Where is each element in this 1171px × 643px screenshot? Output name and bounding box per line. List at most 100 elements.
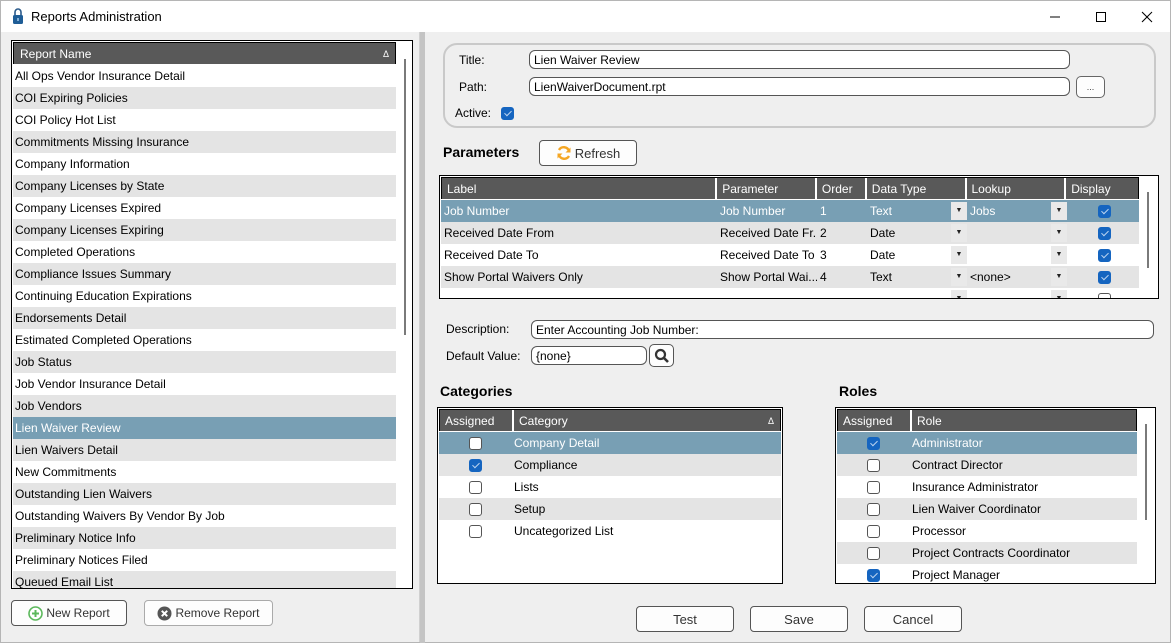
report-list-item[interactable]: Preliminary Notice Info	[13, 527, 396, 549]
col-label-header[interactable]: Label	[442, 178, 718, 199]
role-row[interactable]: Project Manager	[837, 564, 1137, 583]
report-list-item[interactable]: Endorsements Detail	[13, 307, 396, 329]
dropdown-arrow-icon[interactable]: ▼	[951, 246, 967, 264]
report-list-item[interactable]: COI Policy Hot List	[13, 109, 396, 131]
dropdown-arrow-icon[interactable]: ▼	[951, 224, 967, 242]
test-button[interactable]: Test	[636, 606, 734, 632]
category-assigned-checkbox[interactable]	[468, 480, 482, 494]
dropdown-arrow-icon[interactable]: ▼	[1051, 202, 1067, 220]
role-row[interactable]: Project Contracts Coordinator	[837, 542, 1137, 564]
parameter-cell-data-type[interactable]: Date ▼	[867, 244, 967, 266]
report-list-item[interactable]: Outstanding Lien Waivers	[13, 483, 396, 505]
save-button[interactable]: Save	[750, 606, 848, 632]
category-row[interactable]: Company Detail	[439, 432, 781, 454]
browse-path-button[interactable]: ...	[1076, 76, 1105, 98]
remove-report-button[interactable]: Remove Report	[144, 600, 273, 626]
refresh-button[interactable]: Refresh	[539, 140, 637, 166]
role-row[interactable]: Processor	[837, 520, 1137, 542]
report-list-item[interactable]: Completed Operations	[13, 241, 396, 263]
report-list-item[interactable]: All Ops Vendor Insurance Detail	[13, 65, 396, 87]
col-data-type-header[interactable]: Data Type	[867, 178, 967, 199]
title-input[interactable]	[529, 50, 1070, 69]
col-lookup-header[interactable]: Lookup	[967, 178, 1067, 199]
report-list-item[interactable]: Preliminary Notices Filed	[13, 549, 396, 571]
parameters-grid-scrollbar[interactable]	[1147, 192, 1149, 268]
role-row[interactable]: Contract Director	[837, 454, 1137, 476]
report-list-scrollbar[interactable]	[404, 59, 406, 335]
dropdown-arrow-icon[interactable]: ▼	[1051, 290, 1067, 298]
role-row[interactable]: Insurance Administrator	[837, 476, 1137, 498]
category-row[interactable]: Lists	[439, 476, 781, 498]
dropdown-arrow-icon[interactable]: ▼	[1051, 246, 1067, 264]
category-assigned-checkbox[interactable]	[468, 436, 482, 450]
col-parameter-header[interactable]: Parameter	[717, 178, 817, 199]
role-row[interactable]: Lien Waiver Coordinator	[837, 498, 1137, 520]
maximize-button[interactable]	[1078, 1, 1124, 32]
col-assigned-header[interactable]: Assigned	[838, 410, 912, 431]
display-checkbox[interactable]	[1098, 248, 1111, 262]
parameter-cell-lookup[interactable]: ▼	[967, 244, 1067, 266]
report-list-item[interactable]: Outstanding Waivers By Vendor By Job	[13, 505, 396, 527]
report-list-item[interactable]: Lien Waiver Review	[13, 417, 396, 439]
category-row[interactable]: Setup	[439, 498, 781, 520]
col-category-header[interactable]: Category Δ	[514, 410, 780, 431]
parameter-cell-lookup[interactable]: ▼	[967, 288, 1067, 298]
report-list-item[interactable]: New Commitments	[13, 461, 396, 483]
roles-grid-scrollbar[interactable]	[1145, 424, 1147, 520]
active-checkbox[interactable]	[501, 107, 514, 120]
report-list-item[interactable]: Compliance Issues Summary	[13, 263, 396, 285]
report-list-item[interactable]: Company Licenses Expired	[13, 197, 396, 219]
cancel-button[interactable]: Cancel	[864, 606, 962, 632]
col-role-header[interactable]: Role	[912, 410, 1136, 431]
col-assigned-header[interactable]: Assigned	[440, 410, 514, 431]
default-value-input[interactable]	[531, 346, 647, 365]
parameter-cell-data-type[interactable]: Date ▼	[867, 222, 967, 244]
category-assigned-checkbox[interactable]	[468, 502, 482, 516]
dropdown-arrow-icon[interactable]: ▼	[1051, 224, 1067, 242]
report-list-item[interactable]: Job Vendor Insurance Detail	[13, 373, 396, 395]
panel-splitter[interactable]	[420, 32, 425, 643]
report-name-column-header[interactable]: Report Name Δ	[13, 42, 396, 64]
dropdown-arrow-icon[interactable]: ▼	[951, 268, 967, 286]
report-list-item[interactable]: COI Expiring Policies	[13, 87, 396, 109]
dropdown-arrow-icon[interactable]: ▼	[1051, 268, 1067, 286]
col-display-header[interactable]: Display	[1066, 178, 1138, 199]
parameter-cell-lookup[interactable]: ▼	[967, 222, 1067, 244]
parameter-row[interactable]: ▼ ▼	[441, 288, 1139, 298]
report-list-item[interactable]: Job Status	[13, 351, 396, 373]
display-checkbox[interactable]	[1098, 292, 1111, 298]
parameter-row[interactable]: Received Date From Received Date Fr... 2 Da…	[441, 222, 1139, 244]
dropdown-arrow-icon[interactable]: ▼	[951, 290, 967, 298]
report-list-item[interactable]: Continuing Education Expirations	[13, 285, 396, 307]
default-value-search-button[interactable]	[649, 344, 674, 367]
parameter-cell-data-type[interactable]: ▼	[867, 288, 967, 298]
display-checkbox[interactable]	[1098, 226, 1111, 240]
new-report-button[interactable]: New Report	[11, 600, 127, 626]
role-assigned-checkbox[interactable]	[866, 458, 880, 472]
role-assigned-checkbox[interactable]	[866, 480, 880, 494]
report-list-item[interactable]: Estimated Completed Operations	[13, 329, 396, 351]
report-list-item[interactable]: Company Licenses Expiring	[13, 219, 396, 241]
close-button[interactable]	[1124, 1, 1170, 32]
category-assigned-checkbox[interactable]	[468, 458, 482, 472]
category-row[interactable]: Compliance	[439, 454, 781, 476]
minimize-button[interactable]	[1032, 1, 1078, 32]
category-row[interactable]: Uncategorized List	[439, 520, 781, 542]
display-checkbox[interactable]	[1098, 204, 1111, 218]
report-list-item[interactable]: Job Vendors	[13, 395, 396, 417]
role-assigned-checkbox[interactable]	[866, 546, 880, 560]
description-input[interactable]	[531, 320, 1154, 339]
role-assigned-checkbox[interactable]	[866, 524, 880, 538]
role-assigned-checkbox[interactable]	[866, 436, 880, 450]
report-list-item[interactable]: Commitments Missing Insurance	[13, 131, 396, 153]
report-list-item[interactable]: Company Licenses by State	[13, 175, 396, 197]
role-assigned-checkbox[interactable]	[866, 502, 880, 516]
col-order-header[interactable]: Order	[817, 178, 867, 199]
parameter-cell-data-type[interactable]: Text ▼	[867, 200, 967, 222]
parameter-cell-lookup[interactable]: Jobs ▼	[967, 200, 1067, 222]
role-row[interactable]: Administrator	[837, 432, 1137, 454]
parameter-row[interactable]: Received Date To Received Date To 3 Date ▼ ▼	[441, 244, 1139, 266]
display-checkbox[interactable]	[1098, 270, 1111, 284]
path-input[interactable]	[529, 77, 1070, 96]
category-assigned-checkbox[interactable]	[468, 524, 482, 538]
